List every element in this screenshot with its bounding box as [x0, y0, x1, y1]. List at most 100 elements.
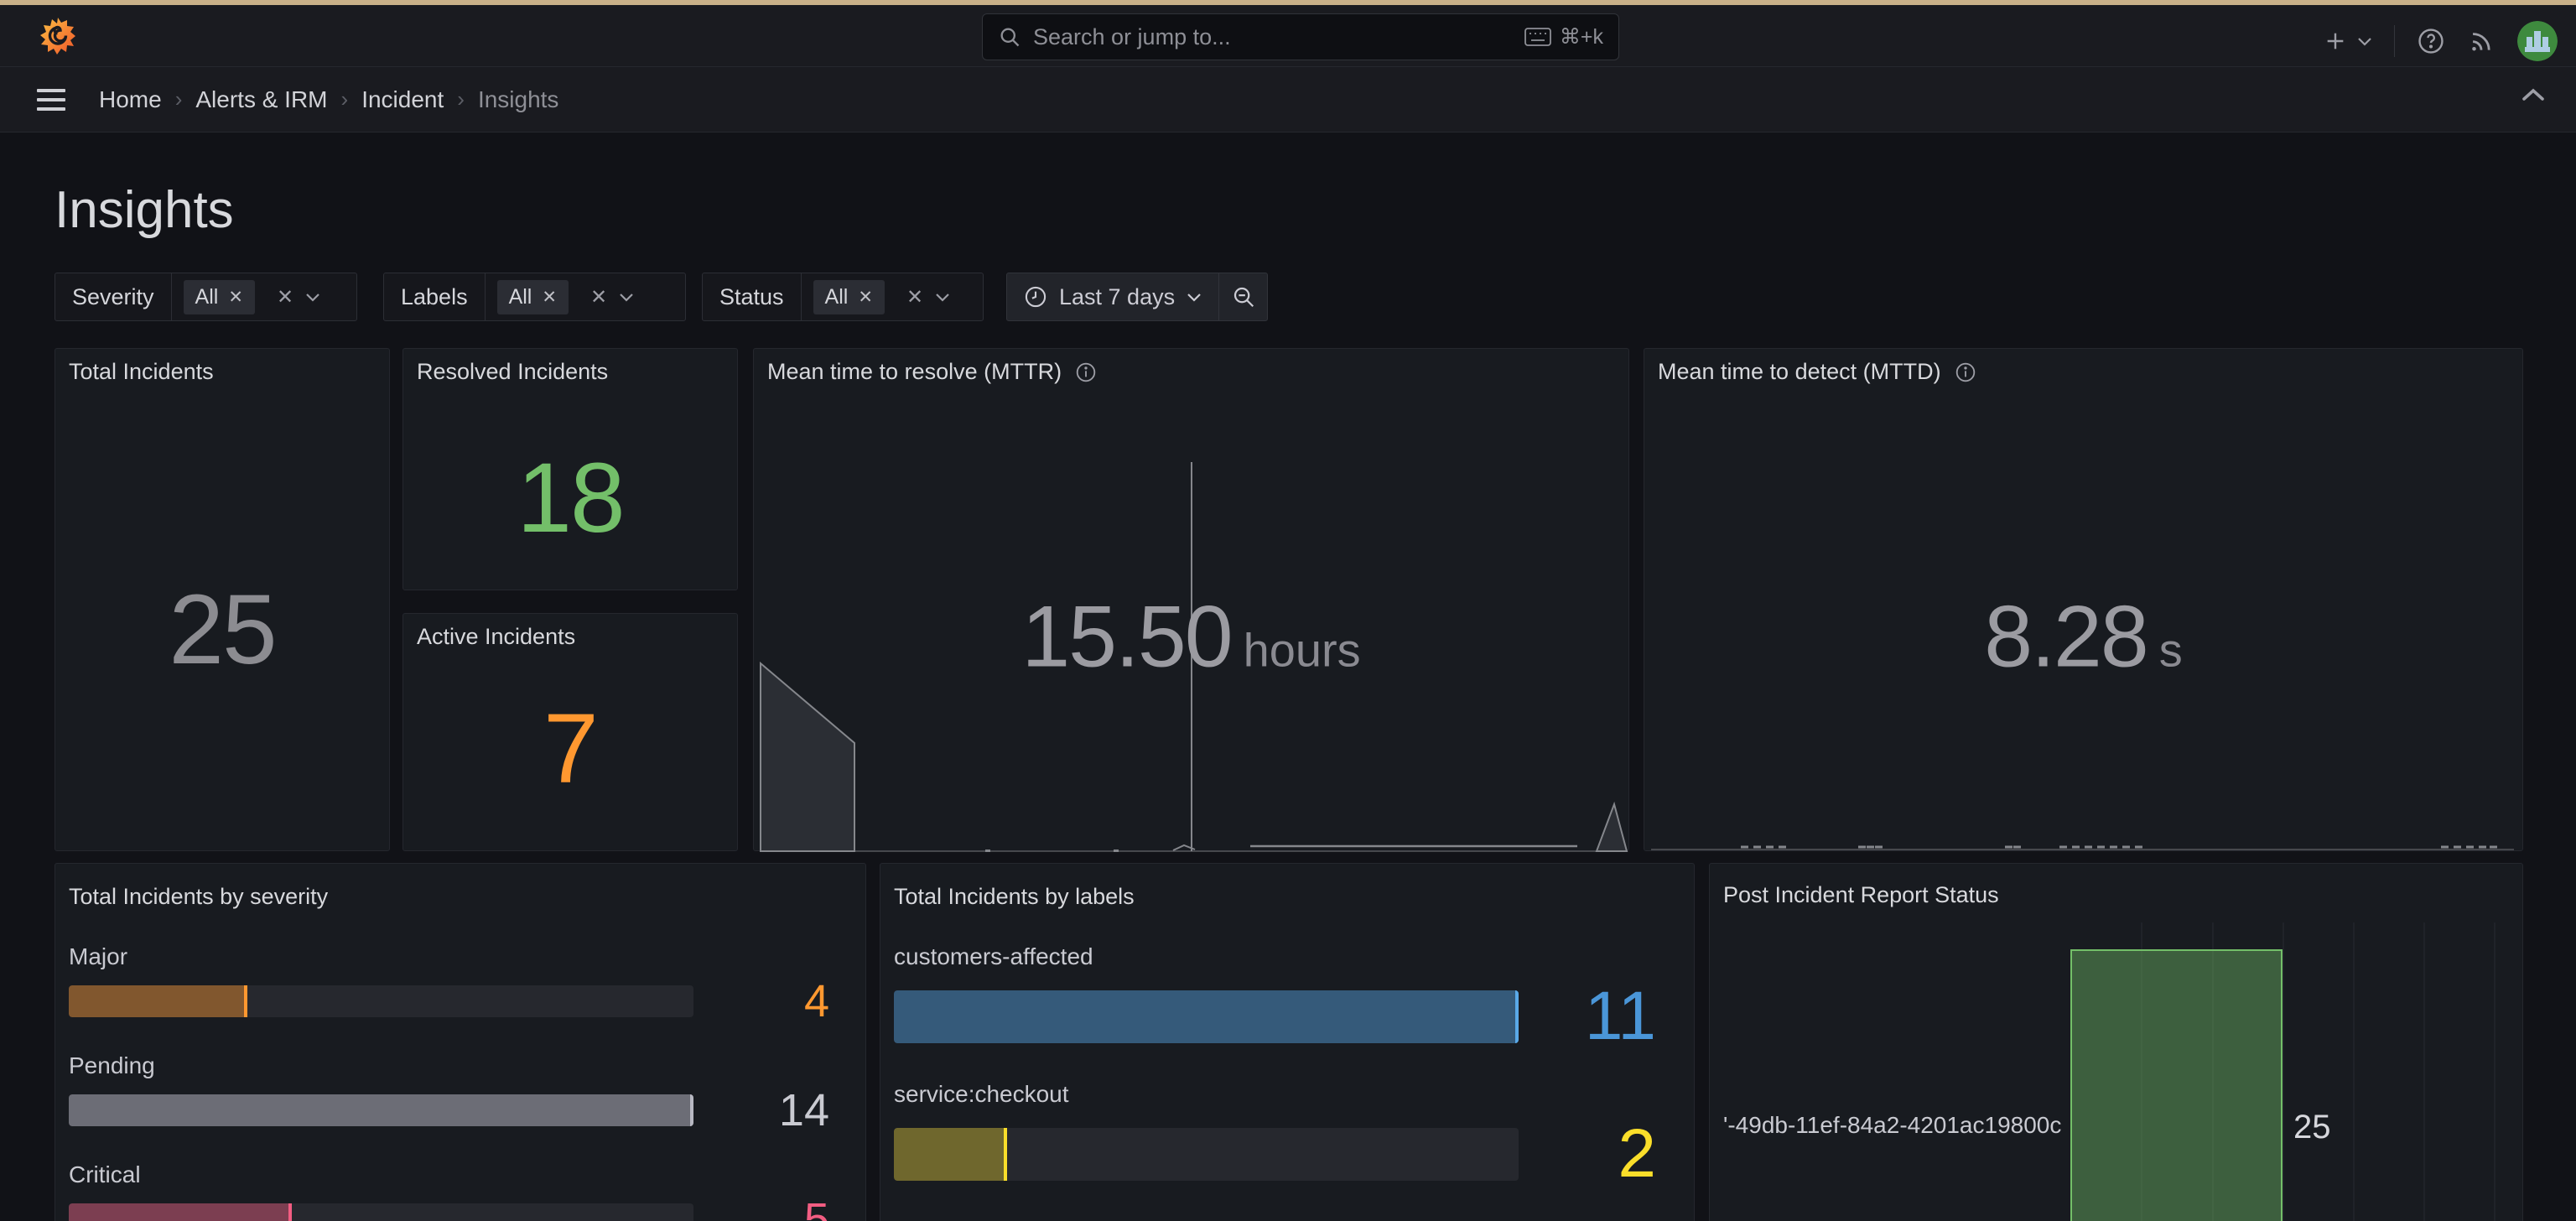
report-value-label: 25: [2293, 1109, 2331, 1146]
bar-row-label: customers-affected: [894, 943, 1680, 970]
chevron-down-icon: [1187, 293, 1202, 302]
severity-bar-rows: Major4Pending14Critical5Demo: [69, 943, 852, 1221]
report-category-label: '-49db-11ef-84a2-4201ac19800c: [1723, 1112, 2061, 1139]
panel-post-incident-report-status: Post Incident Report Status '-49db-11ef-…: [1709, 863, 2523, 1221]
panel-resolved-incidents: Resolved Incidents 18: [402, 348, 738, 590]
stat-mttd-unit: s: [2159, 622, 2183, 677]
page-title: Insights: [55, 180, 234, 240]
stat-resolved-incidents-value: 18: [517, 441, 623, 555]
filter-status-chip[interactable]: All✕: [813, 280, 885, 314]
filter-labels-label: Labels: [384, 273, 486, 320]
search-icon: [998, 25, 1021, 49]
panel-total-incidents: Total Incidents 25: [55, 348, 390, 851]
breadcrumb: Home › Alerts & IRM › Incident › Insight…: [99, 86, 558, 113]
panel-title: Mean time to resolve (MTTR): [767, 359, 1062, 385]
time-range-button[interactable]: Last 7 days: [1007, 273, 1218, 320]
filter-status-label: Status: [703, 273, 802, 320]
grafana-dashboard: Search or jump to... ⌘+k: [0, 0, 2576, 1221]
bar-fill: [69, 985, 247, 1017]
filter-severity-label: Severity: [55, 273, 172, 320]
bar-value: 2: [1519, 1114, 1680, 1193]
info-icon[interactable]: [1075, 361, 1097, 383]
filter-status-clear-icon[interactable]: ✕: [906, 285, 923, 309]
breadcrumb-bar: Home › Alerts & IRM › Incident › Insight…: [0, 67, 2576, 132]
bar-value: 4: [693, 975, 852, 1027]
keyboard-icon: [1524, 27, 1551, 47]
bar-track: [69, 1094, 693, 1126]
filter-severity: Severity All✕ ✕: [55, 273, 357, 321]
panel-incidents-by-labels: Total Incidents by labels customers-affe…: [880, 863, 1695, 1221]
top-nav-actions: [2322, 10, 2558, 72]
menu-toggle-button[interactable]: [37, 89, 65, 111]
bar-value: 14: [693, 1084, 852, 1136]
panel-title: Active Incidents: [417, 624, 575, 650]
bar-row: 5: [69, 1193, 852, 1221]
stat-active-incidents-value: 7: [543, 692, 597, 806]
close-icon[interactable]: ✕: [542, 287, 557, 308]
bar-track: [69, 1203, 693, 1221]
labels-bar-rows: customers-affected 11 service:checkout 2: [894, 943, 1680, 1193]
search-placeholder: Search or jump to...: [1033, 24, 1524, 50]
panel-title: Resolved Incidents: [417, 359, 608, 385]
bar-row: 4: [69, 975, 852, 1027]
bar-row-label: service:checkout: [894, 1081, 1680, 1108]
filter-status: Status All✕ ✕: [702, 273, 984, 321]
filter-labels-clear-icon[interactable]: ✕: [590, 285, 607, 309]
filter-labels: Labels All✕ ✕: [383, 273, 686, 321]
bar-row-label: Critical: [69, 1161, 852, 1188]
bar-row: 11: [894, 977, 1680, 1056]
panel-title: Post Incident Report Status: [1723, 882, 1999, 908]
gridline: [2353, 922, 2355, 1221]
report-bar-chart: '-49db-11ef-84a2-4201ac19800c 25: [1723, 922, 2509, 1221]
nav-divider: [2394, 25, 2395, 57]
panel-title: Total Incidents by labels: [894, 864, 1680, 910]
bar-track: [894, 990, 1519, 1043]
chevron-up-icon[interactable]: [2521, 87, 2546, 102]
time-range-picker: Last 7 days: [1006, 273, 1268, 321]
bar-value: 11: [1519, 977, 1680, 1056]
stat-mttd-value: 8.28: [1984, 587, 2147, 687]
bar-track: [894, 1128, 1519, 1181]
stat-mttr-value: 15.50: [1021, 587, 1231, 687]
gridline: [2423, 922, 2425, 1221]
breadcrumb-incident[interactable]: Incident: [361, 86, 444, 113]
clock-icon: [1024, 285, 1047, 309]
breadcrumb-insights: Insights: [478, 86, 559, 113]
user-avatar[interactable]: [2517, 21, 2558, 61]
panel-mttr: Mean time to resolve (MTTR) 15.50 hours: [753, 348, 1629, 851]
breadcrumb-home[interactable]: Home: [99, 86, 162, 113]
grafana-logo[interactable]: [39, 17, 77, 55]
chevron-down-icon: [2357, 37, 2372, 46]
panel-active-incidents: Active Incidents 7: [402, 613, 738, 851]
breadcrumb-alerts-irm[interactable]: Alerts & IRM: [195, 86, 327, 113]
zoom-out-time-button[interactable]: [1218, 273, 1267, 320]
help-button[interactable]: [2417, 27, 2445, 55]
bar-fill: [69, 1203, 292, 1221]
bar-track: [69, 985, 693, 1017]
bar-fill: [894, 990, 1519, 1043]
close-icon[interactable]: ✕: [228, 287, 243, 308]
report-green-bar: [2070, 949, 2283, 1221]
panel-title: Total Incidents by severity: [69, 864, 852, 910]
filter-labels-chip[interactable]: All✕: [497, 280, 569, 314]
chevron-down-icon[interactable]: [305, 293, 320, 302]
search-input[interactable]: Search or jump to... ⌘+k: [982, 13, 1619, 60]
add-new-button[interactable]: [2322, 28, 2372, 55]
close-icon[interactable]: ✕: [858, 287, 873, 308]
gridline: [2494, 922, 2496, 1221]
gridline: [2283, 922, 2284, 1221]
filter-severity-chip[interactable]: All✕: [184, 280, 255, 314]
filter-severity-clear-icon[interactable]: ✕: [277, 285, 293, 309]
bar-row-label: Pending: [69, 1052, 852, 1079]
chevron-down-icon[interactable]: [619, 293, 634, 302]
panel-incidents-by-severity: Total Incidents by severity Major4Pendin…: [55, 863, 866, 1221]
stat-total-incidents-value: 25: [169, 573, 275, 687]
panel-title: Mean time to detect (MTTD): [1658, 359, 1941, 385]
news-rss-button[interactable]: [2467, 27, 2496, 55]
chevron-down-icon[interactable]: [935, 293, 950, 302]
panel-mttd: Mean time to detect (MTTD) 8.28 s: [1644, 348, 2523, 851]
search-shortcut: ⌘+k: [1560, 24, 1603, 49]
bar-fill: [894, 1128, 1007, 1181]
top-nav-bar: Search or jump to... ⌘+k: [0, 5, 2576, 67]
info-icon[interactable]: [1955, 361, 1976, 383]
